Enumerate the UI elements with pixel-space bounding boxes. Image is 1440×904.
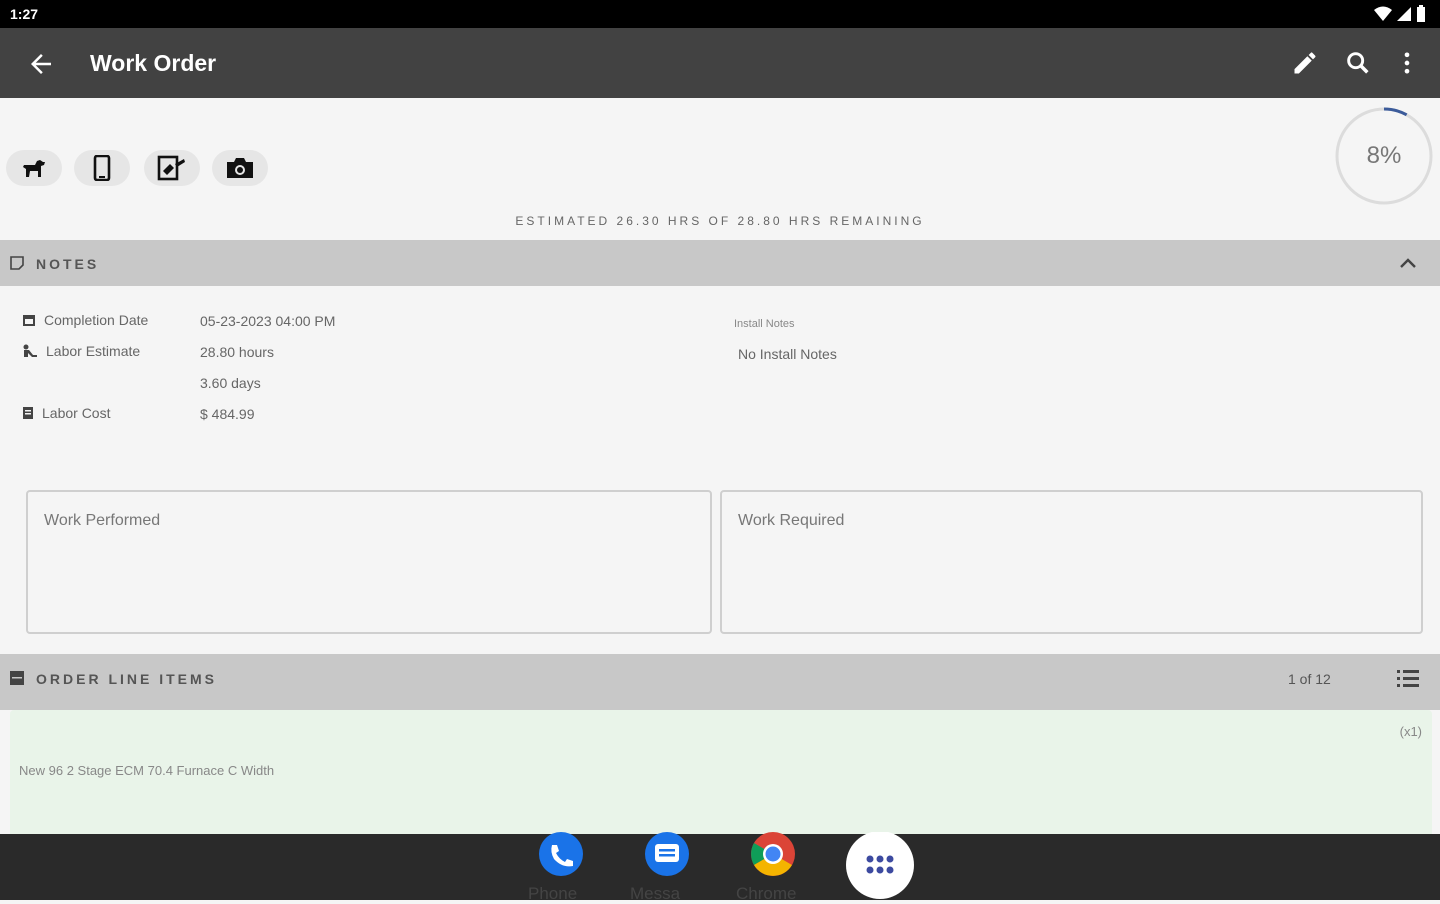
notes-section-header[interactable]: NOTES	[0, 240, 1440, 286]
labor-days-value: 3.60 days	[200, 375, 261, 391]
work-required-placeholder: Work Required	[738, 512, 845, 529]
signature-icon	[157, 155, 185, 181]
edit-pencil-icon[interactable]	[1291, 49, 1319, 77]
labor-estimate-label: Labor Estimate	[46, 343, 141, 359]
completion-date-row: Completion Date	[22, 312, 148, 328]
receipt-icon	[23, 407, 33, 419]
chip-camera[interactable]	[212, 150, 268, 186]
list-view-icon[interactable]	[1396, 668, 1420, 688]
battery-icon	[1417, 5, 1425, 22]
work-performed-placeholder: Work Performed	[44, 512, 161, 529]
messages-app-icon[interactable]	[642, 832, 692, 882]
install-notes-label: Install Notes	[734, 318, 795, 330]
signal-icon	[1397, 7, 1411, 21]
install-notes-value: No Install Notes	[738, 346, 837, 362]
notes-section-label: NOTES	[36, 256, 100, 272]
chrome-app-icon[interactable]	[748, 832, 798, 882]
completion-date-label: Completion Date	[44, 312, 149, 328]
chevron-up-icon[interactable]	[1398, 255, 1418, 271]
status-bar: 1:27	[0, 0, 1440, 28]
completion-date-value: 05-23-2023 04:00 PM	[200, 313, 336, 329]
order-line-items-label: ORDER LINE ITEMS	[36, 671, 218, 687]
labor-estimate-row: Labor Estimate	[22, 343, 140, 359]
order-line-items-header[interactable]: ORDER LINE ITEMS 1 of 12	[0, 654, 1440, 710]
work-performed-field[interactable]: Work Performed	[26, 490, 712, 634]
box-icon	[10, 671, 24, 685]
work-order-header: 8% ESTIMATED 26.30 HRS OF 28.80 HRS REMA…	[0, 98, 1440, 240]
phone-device-icon	[93, 155, 111, 181]
labor-hours-value: 28.80 hours	[200, 344, 274, 360]
wifi-icon	[1374, 6, 1392, 21]
labor-cost-row: Labor Cost	[22, 405, 110, 421]
dog-icon	[23, 160, 45, 177]
app-dock: Phone Messa Chrome	[0, 832, 1440, 903]
system-icons	[1374, 5, 1426, 23]
chip-pet[interactable]	[6, 150, 62, 186]
app-bar: Work Order	[0, 28, 1440, 98]
search-icon[interactable]	[1344, 49, 1372, 77]
line-item-description: New 96 2 Stage ECM 70.4 Furnace C Width	[19, 763, 275, 778]
progress-percent: 8%	[1366, 142, 1402, 169]
camera-icon	[227, 158, 253, 178]
line-items-pager: 1 of 12	[1288, 671, 1331, 687]
labor-cost-label: Labor Cost	[42, 405, 111, 421]
phone-app-icon[interactable]	[536, 832, 586, 882]
worker-icon	[23, 344, 37, 357]
calendar-icon	[23, 315, 35, 326]
messages-app-label: Messa	[630, 884, 681, 903]
line-item-card[interactable]: (x1) New 96 2 Stage ECM 70.4 Furnace C W…	[10, 710, 1432, 834]
note-icon	[10, 256, 24, 270]
chip-phone[interactable]	[74, 150, 130, 186]
line-item-quantity: (x1)	[1399, 724, 1422, 739]
work-required-field[interactable]: Work Required	[720, 490, 1423, 634]
page-title: Work Order	[90, 50, 217, 76]
more-vert-icon[interactable]	[1393, 49, 1421, 77]
status-time: 1:27	[10, 6, 39, 22]
phone-app-label: Phone	[528, 884, 578, 903]
chrome-app-label: Chrome	[736, 884, 797, 903]
chip-signature[interactable]	[144, 150, 200, 186]
back-arrow-icon[interactable]	[26, 49, 56, 79]
progress-ring: 8%	[1334, 106, 1434, 206]
app-drawer-icon[interactable]	[845, 832, 915, 902]
labor-cost-value: $ 484.99	[200, 406, 255, 422]
notes-card: Completion Date 05-23-2023 04:00 PM Labo…	[10, 296, 1432, 644]
estimate-text: ESTIMATED 26.30 HRS OF 28.80 HRS REMAINI…	[515, 214, 925, 228]
